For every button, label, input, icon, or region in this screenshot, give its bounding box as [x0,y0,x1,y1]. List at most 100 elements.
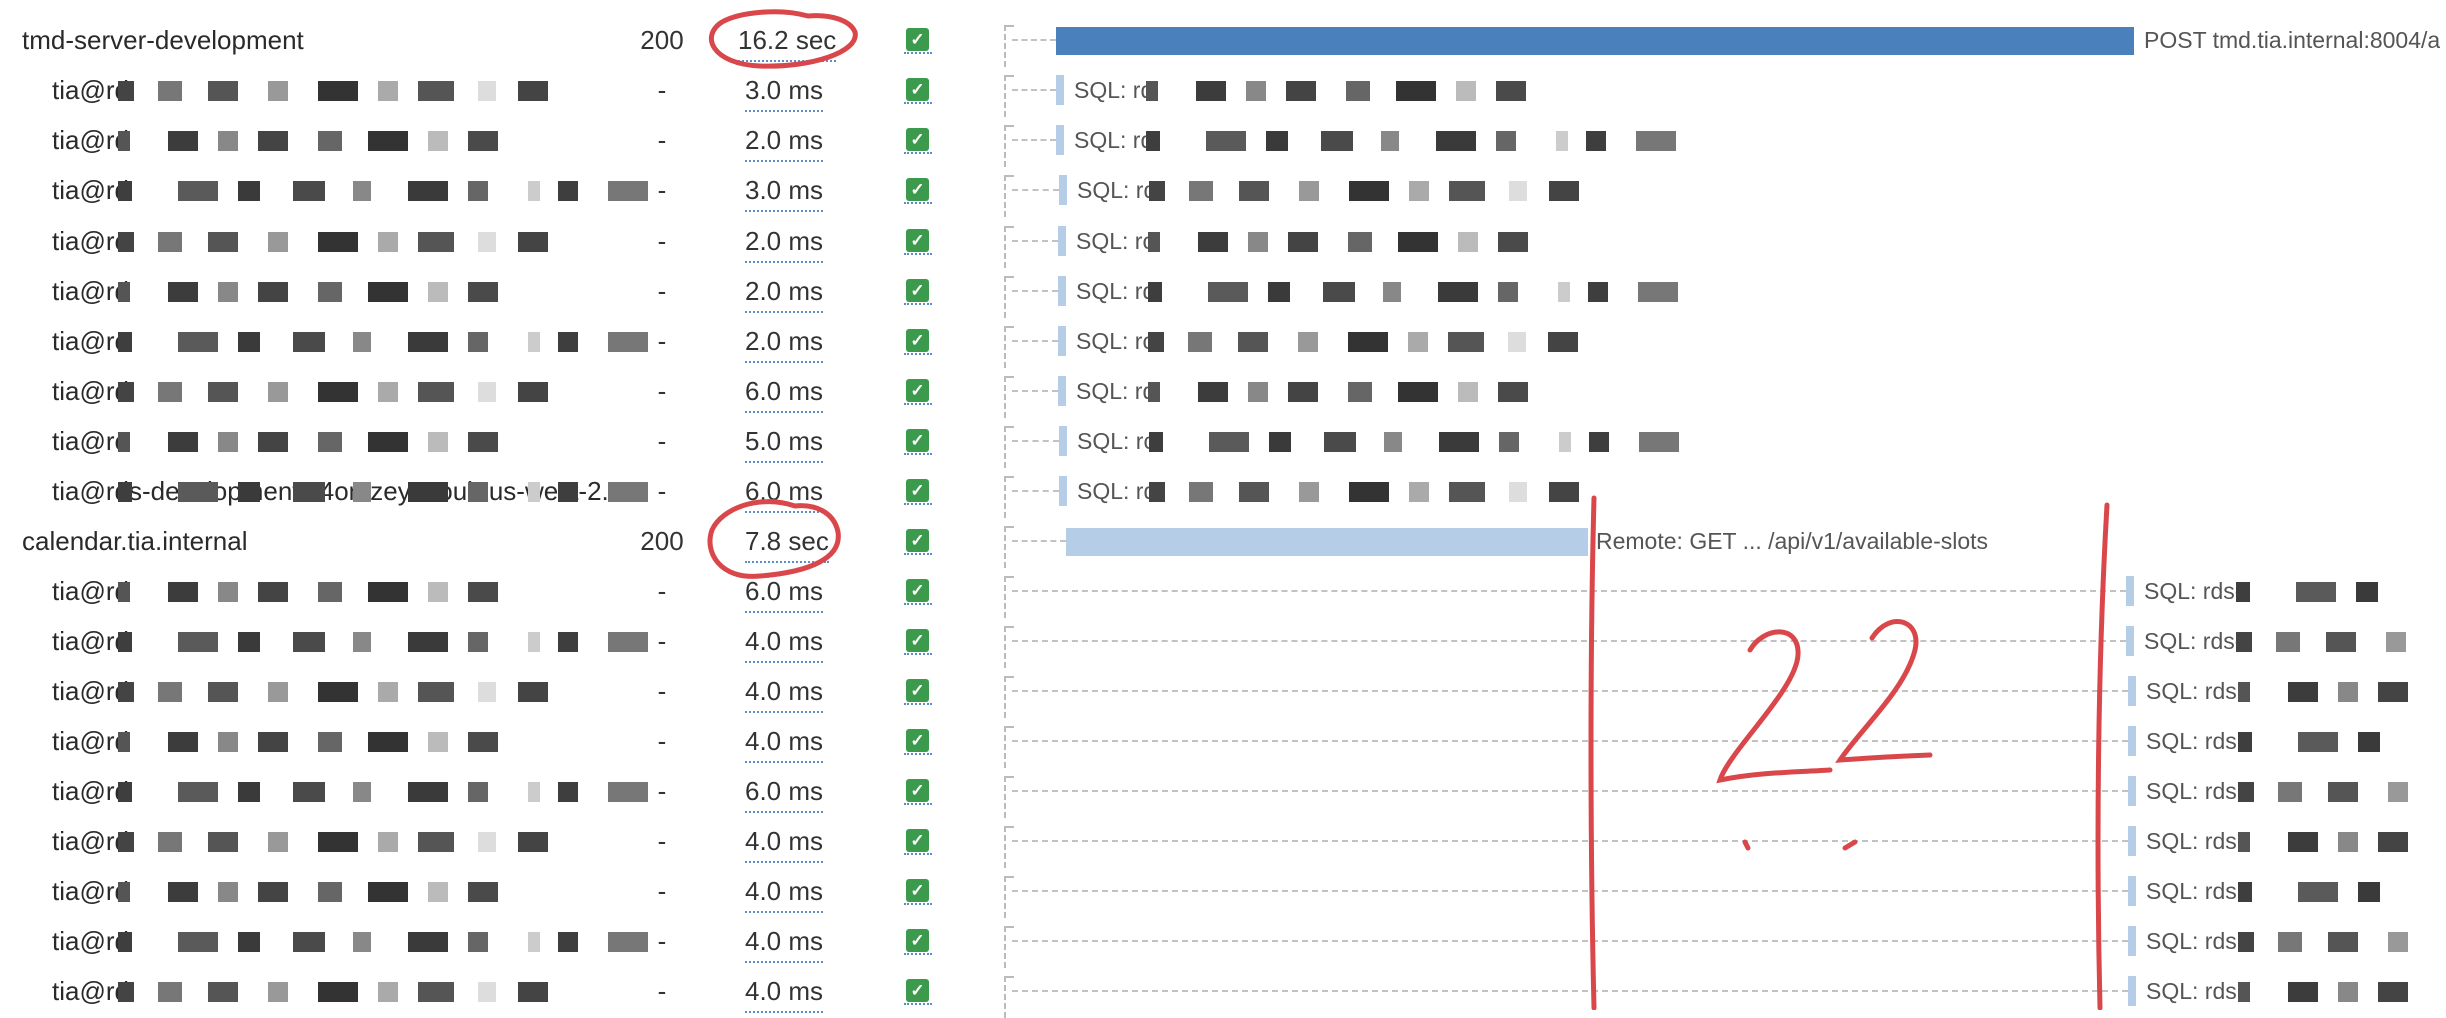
child-span-row[interactable]: tia@rc - 2.0 ms ✓ SQL: rc [0,216,2446,268]
duration-link[interactable]: 2.0 ms [745,221,824,263]
redaction-cell [428,732,448,752]
duration-link[interactable]: 4.0 ms [745,621,824,663]
duration-link[interactable]: 6.0 ms [745,571,824,613]
duration-link[interactable]: 4.0 ms [745,721,824,763]
span-timeline-bar[interactable] [2126,576,2134,606]
span-timeline-bar[interactable] [2126,626,2134,656]
redaction-cell [293,332,325,352]
redaction-cell [168,131,198,151]
check-icon[interactable]: ✓ [906,279,929,302]
redaction-cell [2378,832,2408,852]
check-icon[interactable]: ✓ [906,28,929,51]
check-icon[interactable]: ✓ [906,329,929,352]
span-timeline-bar[interactable] [2128,826,2136,856]
child-span-row[interactable]: tia@rds-development.c4omzeyvaoub.us-west… [0,466,2446,518]
check-icon[interactable]: ✓ [906,529,929,552]
child-span-row[interactable]: tia@rd -6.0 ms ✓ SQL: rd [0,366,2446,418]
check-icon[interactable]: ✓ [906,479,929,502]
redaction-cell [478,232,496,252]
redaction-cell [2238,782,2254,802]
duration-link[interactable]: 6.0 ms [745,771,824,813]
duration-link[interactable]: 2.0 ms [745,120,824,162]
span-timeline-bar[interactable] [1058,276,1066,306]
span-timeline-bar[interactable] [1058,376,1066,406]
span-timeline-bar[interactable] [2128,976,2136,1006]
check-icon[interactable]: ✓ [906,879,929,902]
span-timeline-bar[interactable] [1059,476,1067,506]
check-icon[interactable]: ✓ [906,629,929,652]
check-icon[interactable]: ✓ [906,679,929,702]
check-icon[interactable]: ✓ [906,979,929,1002]
redaction-cell [368,882,408,902]
child-span-row[interactable]: tia@rd -4.0 ms ✓ SQL: rds [0,716,2446,768]
span-timeline-bar[interactable] [1056,125,1064,155]
span-timeline-bar[interactable] [2128,726,2136,756]
span-timeline-bar[interactable] [1058,326,1066,356]
duration-link[interactable]: 3.0 ms [745,70,824,112]
child-span-row[interactable]: tia@rd -4.0 ms ✓ SQL: rds [0,666,2446,718]
duration-link[interactable]: 4.0 ms [745,871,824,913]
child-span-row[interactable]: tia@rd -4.0 ms ✓ SQL: rds- [0,616,2446,668]
duration-link[interactable]: 5.0 ms [745,421,824,463]
child-span-row[interactable]: tia@rd -3.0 ms ✓ SQL: rd [0,65,2446,117]
redaction-cell [418,682,454,702]
duration-link[interactable]: 2.0 ms [745,271,824,313]
span-timeline-bar[interactable] [1058,226,1066,256]
child-span-row[interactable]: tia@rd -2.0 ms ✓ SQL: rd [0,266,2446,318]
child-span-row[interactable]: tia@rd -4.0 ms ✓ SQL: rds [0,816,2446,868]
duration-link[interactable]: 16.2 sec [738,20,837,62]
check-icon[interactable]: ✓ [906,779,929,802]
span-timeline-bar[interactable] [2128,926,2136,956]
child-span-row[interactable]: tia@rc - 2.0 ms ✓ SQL: rc [0,316,2446,368]
check-icon[interactable]: ✓ [906,729,929,752]
span-timeline-bar[interactable] [2128,876,2136,906]
check-icon[interactable]: ✓ [906,178,929,201]
redaction-cell [428,432,448,452]
child-span-row[interactable]: tia@rd -4.0 ms ✓ SQL: rds [0,916,2446,968]
span-timeline-bar[interactable] [2128,676,2136,706]
check-icon[interactable]: ✓ [906,579,929,602]
duration-link[interactable]: 4.0 ms [745,921,824,963]
duration-link[interactable]: 6.0 ms [745,371,824,413]
span-timeline-bar[interactable] [2128,776,2136,806]
child-span-row[interactable]: tia@rd -6.0 ms ✓ SQL: rds- [0,566,2446,618]
child-span-row[interactable]: tia@rd -2.0 ms ✓ SQL: rd [0,115,2446,167]
duration-link[interactable]: 2.0 ms [745,321,824,363]
check-icon[interactable]: ✓ [906,929,929,952]
duration-link[interactable]: 7.8 sec [745,521,829,563]
span-timeline-bar[interactable] [1059,175,1067,205]
redaction-cell [378,982,398,1002]
redaction-cell [2288,982,2318,1002]
redaction-cell [2338,682,2358,702]
check-icon[interactable]: ✓ [906,379,929,402]
connector-dash [1012,640,2126,642]
redaction-cell [368,582,408,602]
duration-link[interactable]: 4.0 ms [745,821,824,863]
child-span-row[interactable]: tia@rd -4.0 ms ✓ SQL: rds [0,966,2446,1018]
span-timeline-bar[interactable] [1056,27,2134,55]
span-timeline-bar[interactable] [1059,426,1067,456]
check-icon[interactable]: ✓ [906,429,929,452]
redaction-cell [118,882,130,902]
tree-connector [1004,626,1014,668]
check-icon[interactable]: ✓ [906,229,929,252]
redaction-cell [468,282,498,302]
span-row[interactable]: tmd-server-development 200 16.2 sec ✓ POST t… [0,15,2446,67]
duration-link[interactable]: 4.0 ms [745,971,824,1013]
span-timeline-bar[interactable] [1066,528,1588,556]
check-icon[interactable]: ✓ [906,78,929,101]
check-icon[interactable]: ✓ [906,829,929,852]
check-icon[interactable]: ✓ [906,128,929,151]
redaction-cell [2238,982,2250,1002]
child-span-row[interactable]: tia@rd -3.0 ms ✓ SQL: rd [0,165,2446,217]
duration-link[interactable]: 4.0 ms [745,671,824,713]
duration-link[interactable]: 6.0 ms [745,471,824,513]
span-timeline-bar[interactable] [1056,75,1064,105]
redaction-cell [2288,832,2318,852]
child-span-row[interactable]: tia@rd -6.0 ms ✓ SQL: rds [0,766,2446,818]
redaction-cell [468,732,498,752]
child-span-row[interactable]: tia@rd -4.0 ms ✓ SQL: rds [0,866,2446,918]
duration-link[interactable]: 3.0 ms [745,170,824,212]
child-span-row[interactable]: tia@rc - 5.0 ms ✓ SQL: rc [0,416,2446,468]
span-row[interactable]: calendar.tia.internal 200 7.8 sec ✓ Remote: … [0,516,2446,568]
